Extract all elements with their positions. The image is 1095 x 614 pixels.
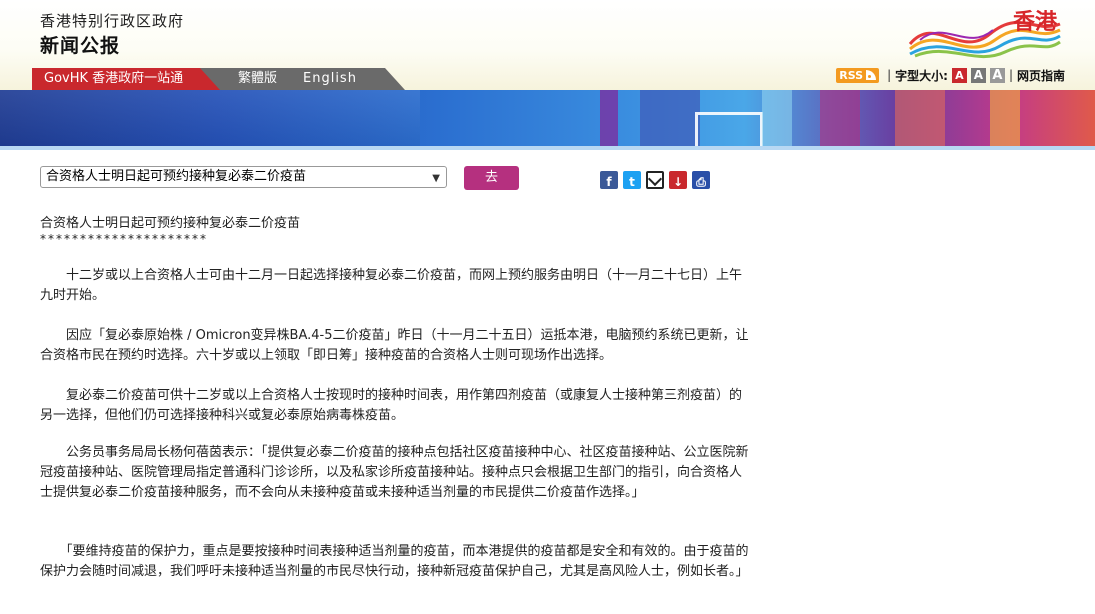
- site-header: 香港特别行政区政府 新闻公报 香港 GovHK 香港政府一站通 繁體版 Engl…: [0, 0, 1095, 90]
- banner-underline: [0, 146, 1095, 150]
- save-icon[interactable]: ↓: [669, 171, 687, 189]
- title-separator: *********************: [40, 232, 208, 246]
- article-paragraph: 公务员事务局局长杨何蓓茵表示：「提供复必泰二价疫苗的接种点包括社区疫苗接种中心、…: [40, 445, 749, 500]
- government-name: 香港特别行政区政府: [40, 12, 185, 30]
- article-paragraph: 因应「复必泰原始株 / Omicron变异株BA.4-5二价疫苗」昨日（十一月二…: [40, 328, 749, 363]
- traditional-chinese-link[interactable]: 繁體版: [238, 68, 277, 90]
- email-icon[interactable]: [646, 171, 664, 189]
- twitter-icon[interactable]: t: [623, 171, 641, 189]
- rss-icon: [866, 70, 877, 80]
- rss-label: RSS: [839, 68, 864, 82]
- font-size-label: 字型大小:: [895, 68, 948, 83]
- article-paragraph: 复必泰二价疫苗可供十二岁或以上合资格人士按现时的接种时间表，用作第四剂疫苗（或康…: [40, 388, 743, 423]
- language-bar: 繁體版 English: [200, 68, 405, 90]
- header-tools: RSS | 字型大小: A A A | 网页指南: [836, 66, 1065, 84]
- article-paragraph: 「要维持疫苗的保护力，重点是要按接种时间表接种适当剂量的疫苗，而本港提供的疫苗都…: [40, 544, 749, 579]
- font-size-large-button[interactable]: A: [989, 67, 1005, 83]
- govhk-link[interactable]: GovHK 香港政府一站通: [32, 68, 222, 90]
- press-release-select[interactable]: 合资格人士明日起可预约接种复必泰二价疫苗 ▼: [40, 166, 447, 188]
- press-release-title[interactable]: 新闻公报: [40, 31, 120, 58]
- rss-button[interactable]: RSS: [836, 67, 880, 83]
- font-size-small-button[interactable]: A: [951, 67, 967, 83]
- english-link[interactable]: English: [303, 68, 357, 90]
- article-paragraph: 十二岁或以上合资格人士可由十二月一日起选择接种复必泰二价疫苗，而网上预约服务由明…: [40, 268, 743, 303]
- header-banner: [0, 90, 1095, 148]
- font-size-medium-button[interactable]: A: [970, 67, 986, 83]
- facebook-icon[interactable]: f: [600, 171, 618, 189]
- logo-text: 香港: [1012, 10, 1057, 35]
- site-guide-link[interactable]: 网页指南: [1017, 67, 1065, 84]
- go-button[interactable]: 去: [464, 166, 519, 190]
- top-navigation: GovHK 香港政府一站通 繁體版 English: [0, 68, 420, 90]
- print-icon[interactable]: ⎙: [692, 171, 710, 189]
- chevron-down-icon: ▼: [432, 173, 440, 184]
- share-bar: f t ↓ ⎙: [600, 171, 715, 189]
- selected-title: 合资格人士明日起可预约接种复必泰二价疫苗: [46, 169, 307, 184]
- article-title: 合资格人士明日起可预约接种复必泰二价疫苗: [40, 216, 301, 231]
